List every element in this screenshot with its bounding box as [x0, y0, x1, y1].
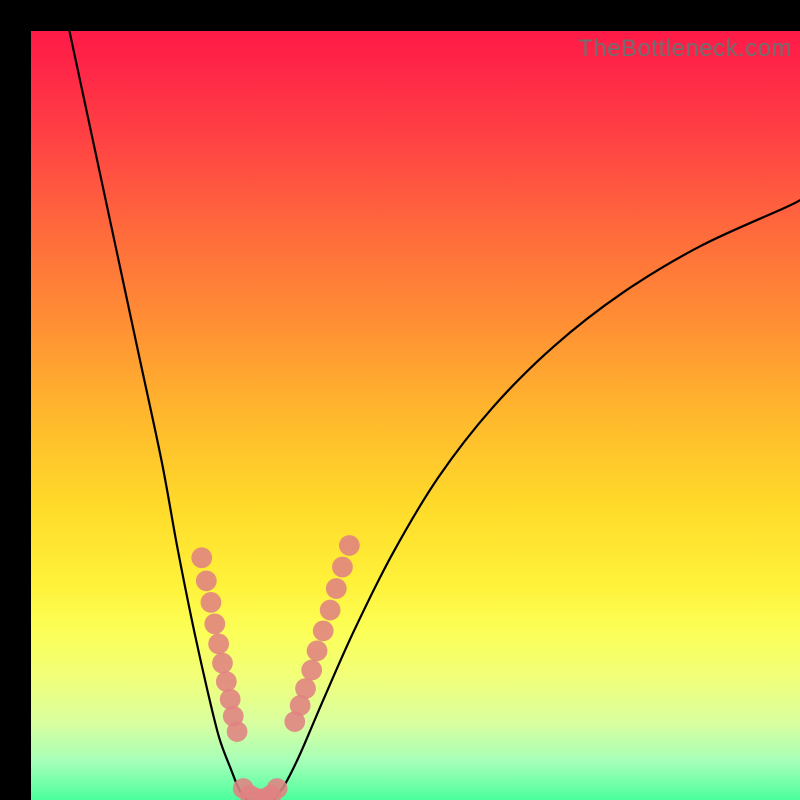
data-dot: [301, 660, 322, 681]
data-dot: [320, 600, 341, 621]
curve-group: [69, 31, 800, 800]
data-dot: [227, 721, 248, 742]
data-dot: [313, 620, 334, 641]
data-dot: [212, 653, 233, 674]
data-dot: [267, 778, 288, 799]
data-dot: [191, 547, 212, 568]
data-dot: [216, 671, 237, 692]
data-dot: [295, 678, 316, 699]
data-dot: [326, 578, 347, 599]
data-dot: [201, 592, 222, 613]
data-dot: [196, 570, 217, 591]
dots-group: [191, 535, 359, 800]
data-dot: [332, 557, 353, 578]
data-dot: [204, 614, 225, 635]
chart-frame: TheBottleneck.com: [0, 0, 800, 800]
data-dot: [307, 640, 328, 661]
data-dot: [208, 634, 229, 655]
chart-svg: [31, 31, 800, 800]
plot-area: TheBottleneck.com: [31, 31, 800, 800]
curve-right: [273, 200, 800, 800]
data-dot: [339, 535, 360, 556]
